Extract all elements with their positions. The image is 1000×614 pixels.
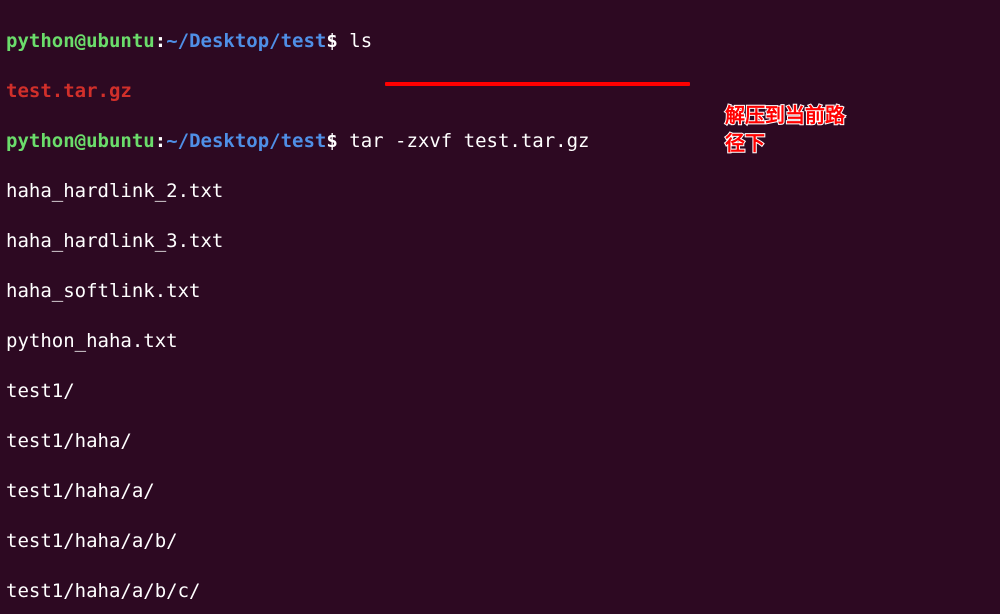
command-tar: tar -zxvf test.tar.gz [338, 130, 590, 152]
annotation-underline [385, 82, 690, 86]
tar-output-line: haha_hardlink_2.txt [6, 179, 670, 204]
tar-output-line: test1/haha/ [6, 429, 670, 454]
annotation-text: 解压到当前路 径下 [725, 102, 845, 158]
tar-output-line: test1/haha/a/ [6, 479, 670, 504]
tar-output-line: test1/haha/a/b/ [6, 529, 670, 554]
terminal-output: python@ubuntu:~/Desktop/test$ ls test.ta… [6, 4, 670, 614]
prompt-line-2[interactable]: python@ubuntu:~/Desktop/test$ tar -zxvf … [6, 129, 670, 154]
annotation-line: 解压到当前路 [725, 102, 845, 130]
annotation-line: 径下 [725, 130, 845, 158]
tar-output-line: test1/ [6, 379, 670, 404]
tar-output-line: python_haha.txt [6, 329, 670, 354]
archive-file: test.tar.gz [6, 80, 132, 102]
tar-output-line: haha_softlink.txt [6, 279, 670, 304]
prompt-path: ~/Desktop/test [166, 30, 326, 52]
tar-output-line: haha_hardlink_3.txt [6, 229, 670, 254]
command-ls-1: ls [338, 30, 372, 52]
prompt-user: python [6, 30, 75, 52]
prompt-host: ubuntu [86, 30, 155, 52]
tar-output-line: test1/haha/a/b/c/ [6, 579, 670, 604]
prompt-line-1[interactable]: python@ubuntu:~/Desktop/test$ ls [6, 29, 670, 54]
